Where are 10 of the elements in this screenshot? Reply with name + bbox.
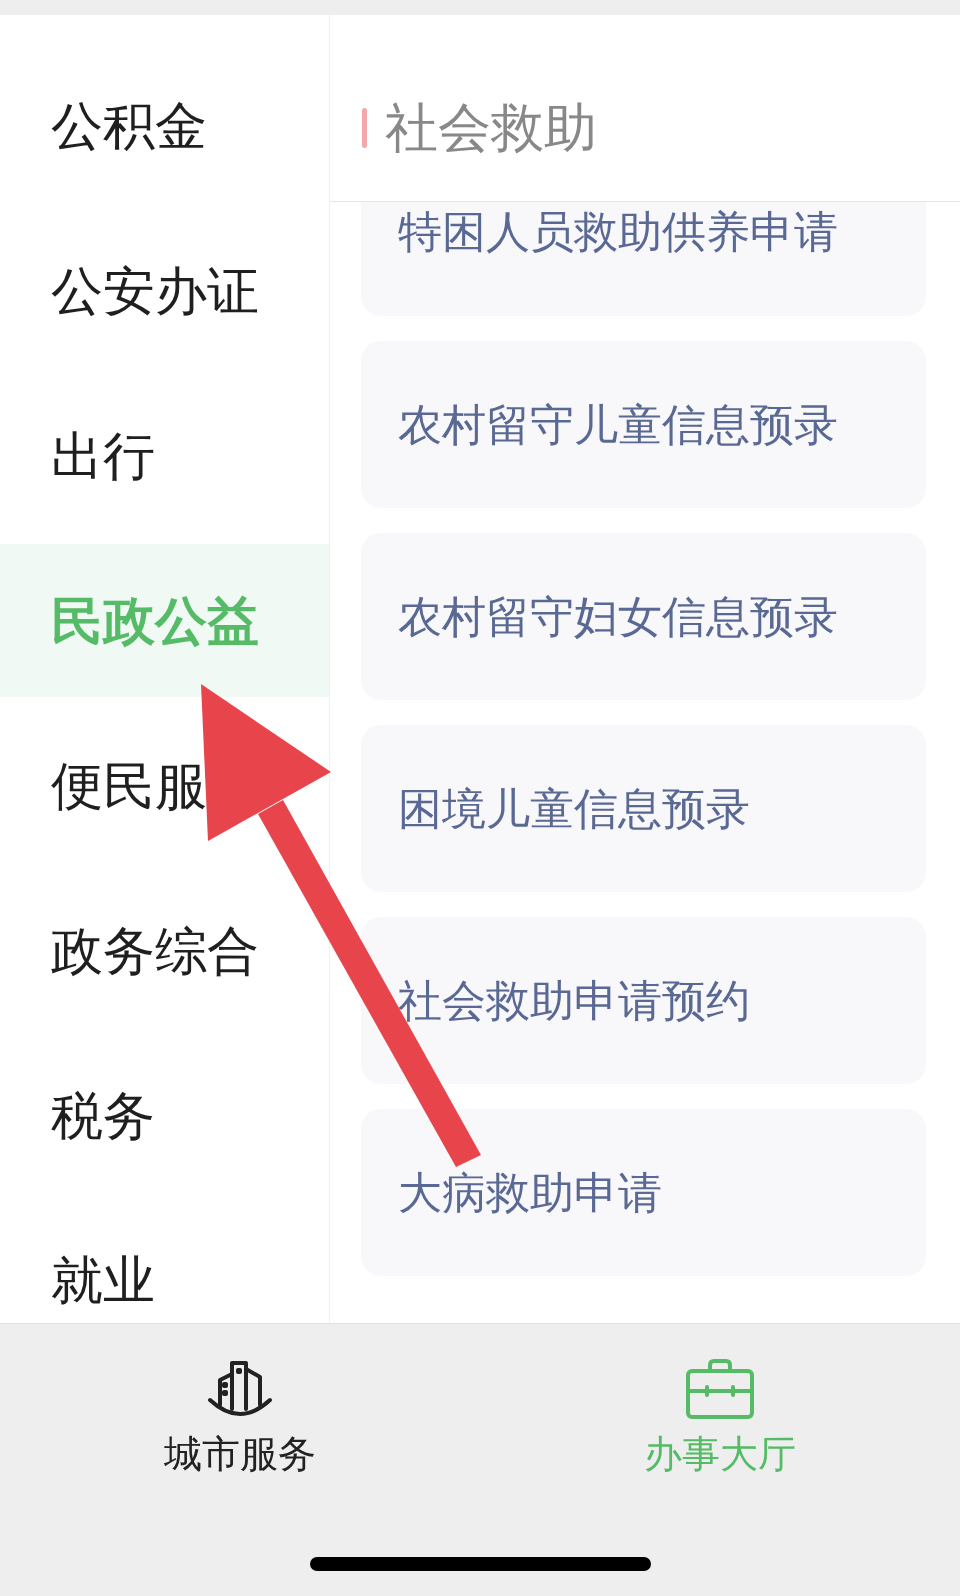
service-item[interactable]: 农村留守儿童信息预录 — [361, 341, 926, 508]
service-item[interactable]: 社会救助申请预约 — [361, 917, 926, 1084]
title-marker-icon — [362, 107, 367, 148]
section-title: 社会救助 — [385, 101, 597, 154]
service-item[interactable]: 特困人员救助供养申请 — [361, 202, 926, 316]
service-item[interactable]: 困境儿童信息预录 — [361, 725, 926, 892]
service-item[interactable]: 农村留守妇女信息预录 — [361, 533, 926, 700]
service-item[interactable]: 大病救助申请 — [361, 1109, 926, 1276]
briefcase-icon — [685, 1358, 755, 1420]
tab-button[interactable]: 城市服务 — [0, 1324, 480, 1473]
